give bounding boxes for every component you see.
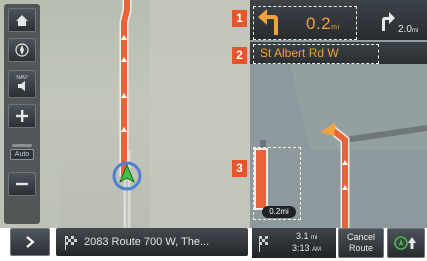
map-control-panel: NAVI Auto bbox=[4, 4, 40, 224]
speaker-icon: NAVI bbox=[16, 75, 28, 91]
zoom-out-icon bbox=[16, 182, 28, 186]
auto-zoom-toggle[interactable]: Auto bbox=[10, 149, 34, 160]
compass-button[interactable] bbox=[8, 38, 36, 62]
turn-right-arrow-icon bbox=[382, 12, 395, 31]
north-up-compass-icon bbox=[394, 236, 416, 250]
home-icon bbox=[16, 14, 28, 26]
remaining-distance: 3.1 mi bbox=[296, 231, 318, 241]
map-orientation-button[interactable] bbox=[387, 228, 425, 258]
zoom-out-button[interactable] bbox=[8, 172, 36, 196]
destination-info[interactable]: 2083 Route 700 W, The... bbox=[56, 228, 248, 256]
route-flag-icon bbox=[259, 236, 268, 252]
arrival-time: 3:13 AM bbox=[292, 243, 322, 253]
zoom-in-icon bbox=[16, 110, 28, 122]
home-button[interactable] bbox=[8, 8, 36, 32]
expand-menu-button[interactable] bbox=[10, 228, 50, 256]
callout-badge-1: 1 bbox=[232, 10, 247, 27]
chevron-right-icon bbox=[26, 236, 35, 248]
cancel-route-button[interactable]: Cancel Route bbox=[338, 228, 384, 258]
callout-frame-3 bbox=[253, 147, 301, 220]
navi-volume-button[interactable]: NAVI bbox=[8, 70, 36, 98]
callout-badge-2: 2 bbox=[232, 47, 247, 64]
navigation-screen: NAVI Auto St Albert Rd W 0.2mi 2.0mi 0.2… bbox=[0, 0, 427, 261]
callout-badge-3: 3 bbox=[232, 160, 247, 177]
zoom-level-indicator bbox=[12, 144, 32, 147]
zoom-in-button[interactable] bbox=[8, 104, 36, 128]
next-turn-distance: 2.0mi bbox=[398, 24, 419, 35]
destination-address: 2083 Route 700 W, The... bbox=[84, 236, 210, 248]
callout-frame-1 bbox=[253, 6, 357, 40]
route-flag-icon bbox=[65, 236, 77, 250]
trip-summary: 3.1 mi 3:13 AM bbox=[252, 228, 336, 258]
callout-frame-2 bbox=[253, 44, 379, 64]
svg-text:NAVI: NAVI bbox=[16, 75, 27, 81]
compass-icon bbox=[15, 43, 29, 57]
